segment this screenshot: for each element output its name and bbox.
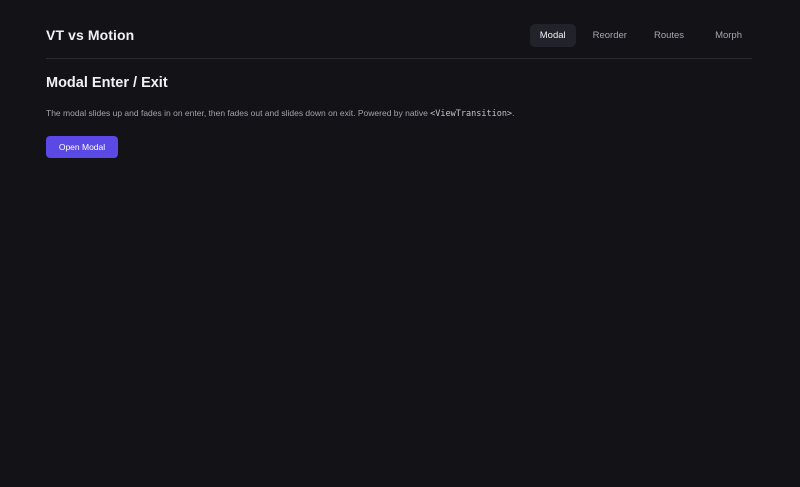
main-nav: Modal Reorder Routes Morph bbox=[529, 24, 752, 47]
open-modal-button[interactable]: Open Modal bbox=[46, 136, 118, 158]
tab-modal[interactable]: Modal bbox=[529, 24, 576, 47]
description-text: The modal slides up and fades in on ente… bbox=[46, 108, 431, 118]
section-title: Modal Enter / Exit bbox=[46, 75, 168, 91]
app-title: VT vs Motion bbox=[46, 27, 135, 43]
app-page: VT vs Motion Modal Reorder Routes Morph … bbox=[0, 0, 800, 487]
tab-reorder[interactable]: Reorder bbox=[583, 24, 637, 47]
section-description: The modal slides up and fades in on ente… bbox=[46, 108, 514, 119]
description-end: . bbox=[512, 108, 515, 118]
tab-routes[interactable]: Routes bbox=[644, 24, 694, 47]
top-header: VT vs Motion Modal Reorder Routes Morph bbox=[46, 0, 752, 59]
tab-morph[interactable]: Morph bbox=[705, 24, 752, 47]
view-transition-code: <ViewTransition> bbox=[430, 109, 513, 119]
